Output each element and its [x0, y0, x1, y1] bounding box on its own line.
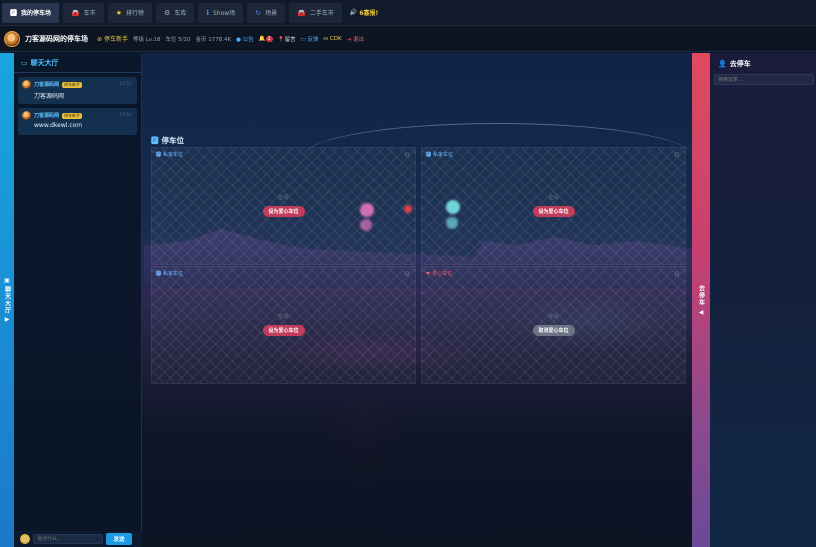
player-search-input[interactable] [714, 74, 814, 85]
spot-status: 空闲 [548, 195, 559, 201]
go-park-panel: 👤 去停车 [710, 53, 816, 547]
smile-icon: ☺ [21, 535, 29, 543]
bell-count: 2 [265, 35, 273, 42]
heart-icon: ❤ [426, 270, 431, 277]
chat-header: ▭ 聊天大厅 [14, 53, 141, 73]
chat-message: 刀客源码网 停车新手 13:52 www.dkewl.com [18, 108, 137, 135]
chat-icon: ▣ [4, 277, 10, 284]
tab-leaderboard[interactable]: ★ 排行榜 [107, 2, 153, 23]
avatar[interactable] [22, 111, 31, 120]
chat-input-bar: ☺ 发送 [14, 531, 142, 547]
parking-spot[interactable]: 🅿 私家车位 ⚙ 空闲 设为爱心车位 [421, 147, 686, 265]
news-alert-link[interactable]: 🔊 6喜报! [346, 8, 382, 17]
message-link[interactable]: 📍留言 [278, 35, 296, 43]
announcement-link[interactable]: ● 公告 [236, 35, 254, 43]
set-love-spot-button[interactable]: 设为爱心车位 [262, 206, 305, 217]
avatar[interactable] [22, 80, 31, 89]
lot-title: 刀客源码网的停车场 [25, 34, 88, 43]
settings-icon[interactable]: ⚙ [404, 270, 410, 278]
chat-message: 刀客源码网 停车新手 13:52 刀客源码网 [18, 77, 137, 104]
level-badge: ⊛ 停车新手 [97, 36, 128, 43]
user-icon: 👤 [718, 60, 727, 68]
spot-label: 🅿 私家车位 [156, 152, 184, 158]
send-button[interactable]: 发送 [106, 533, 132, 545]
message-author[interactable]: 刀客源码网 [34, 81, 59, 88]
user-info-bar: 刀客源码网的停车场 ⊛ 停车新手 等级 Lv.18 车位 5/10 金币 177… [0, 26, 816, 52]
parking-icon: 🅿 [10, 8, 17, 17]
info-icon: ℹ [206, 8, 210, 17]
tab-garage[interactable]: ⚙ 车库 [156, 2, 195, 23]
logout-link[interactable]: ⇥ 退出 [347, 35, 364, 43]
chat-toggle-tab[interactable]: ▣ 聊天大厅 ▶ [0, 53, 14, 547]
message-text: 刀客源码网 [34, 93, 65, 100]
arrow-left-icon: ◀ [698, 308, 704, 316]
arrow-right-icon: ▶ [4, 316, 10, 323]
message-author[interactable]: 刀客源码网 [34, 112, 59, 119]
info-icon: ● [236, 36, 241, 43]
gift-icon: ⛀ [323, 35, 329, 42]
go-park-header: 👤 去停车 [718, 60, 751, 68]
coins-text: 金币 1778.4K [195, 36, 232, 43]
spots-text: 车位 5/10 [165, 36, 191, 43]
star-icon: ★ [115, 8, 123, 17]
avatar[interactable] [4, 30, 20, 47]
spot-label: 🅿 私家车位 [156, 271, 184, 277]
message-tag: 停车新手 [62, 112, 83, 119]
car-icon: 🚘 [71, 8, 80, 17]
parking-title: 🅿 停车位 [151, 136, 184, 145]
chat-input[interactable] [33, 534, 103, 544]
pin-icon: 📍 [277, 36, 285, 43]
set-love-spot-button[interactable]: 设为爱心车位 [532, 206, 575, 217]
tab-used-car-market[interactable]: 🚘 二手车市 [289, 2, 342, 23]
chat-icon: ▭ [300, 36, 306, 43]
set-love-spot-button[interactable]: 设为爱心车位 [262, 325, 305, 336]
tab-scene[interactable]: ↻ 场景 [247, 2, 286, 23]
cdk-link[interactable]: ⛀ CDK [324, 36, 342, 42]
parking-spot[interactable]: 🅿 私家车位 ⚙ 空闲 设为爱心车位 [151, 147, 416, 265]
logout-icon: ⇥ [346, 36, 352, 43]
tab-show[interactable]: ℹ Show场 [198, 2, 244, 23]
settings-icon[interactable]: ⚙ [404, 151, 410, 159]
go-park-toggle-tab[interactable]: 去停车 ◀ [692, 53, 710, 547]
gear-icon: ⚙ [164, 8, 171, 17]
tab-my-parking[interactable]: 🅿 我的停车场 [2, 2, 60, 23]
go-park-toggle-label: 去停车 [697, 284, 705, 306]
parking-icon: 🅿 [426, 152, 432, 158]
grade-text: 等级 Lv.18 [132, 36, 161, 43]
emoji-button[interactable]: ☺ [20, 534, 30, 544]
spot-label: 🅿 私家车位 [426, 152, 454, 158]
chat-panel: ▭ 聊天大厅 刀客源码网 停车新手 13:52 刀客源码网 刀客源码网 停车新手… [14, 53, 142, 547]
message-tag: 停车新手 [62, 81, 83, 88]
spot-label: ❤ 爱心车位 [426, 270, 453, 278]
car-icon: 🚘 [297, 8, 306, 17]
parking-icon: 🅿 [156, 152, 162, 158]
parking-spot-love[interactable]: ❤ 爱心车位 ⚙ 空闲 取消爱心车位 [421, 266, 686, 384]
settings-icon[interactable]: ⚙ [674, 270, 680, 278]
top-navigation: 🅿 我的停车场 🚘 车市 ★ 排行榜 ⚙ 车库 ℹ Show场 ↻ 场景 🚘 二手车市 🔊 6喜… [0, 0, 816, 26]
parking-spot[interactable]: 🅿 私家车位 ⚙ 空闲 设为爱心车位 [151, 266, 416, 384]
feedback-link[interactable]: ▭ 反馈 [301, 35, 319, 43]
message-text: www.dkewl.com [34, 122, 83, 129]
message-time: 13:52 [119, 82, 132, 87]
medal-icon: ⊛ [97, 36, 103, 43]
cancel-love-spot-button[interactable]: 取消爱心车位 [532, 325, 575, 336]
spot-status: 空闲 [278, 195, 289, 201]
speaker-icon: 🔊 [349, 9, 358, 16]
chat-bubble-icon: ▭ [21, 58, 28, 67]
parking-icon: 🅿 [156, 271, 162, 277]
message-time: 13:52 [119, 113, 132, 118]
chat-toggle-label: 聊天大厅 [3, 286, 11, 314]
spot-status: 空闲 [278, 314, 289, 320]
spot-status: 空闲 [548, 314, 559, 320]
settings-icon[interactable]: ⚙ [674, 151, 680, 159]
bell-button[interactable]: 🔔 2 [258, 35, 273, 42]
parking-icon: 🅿 [151, 136, 159, 145]
bell-icon: 🔔 [258, 35, 266, 42]
tab-car-market[interactable]: 🚘 车市 [63, 2, 104, 23]
refresh-icon: ↻ [255, 8, 262, 17]
